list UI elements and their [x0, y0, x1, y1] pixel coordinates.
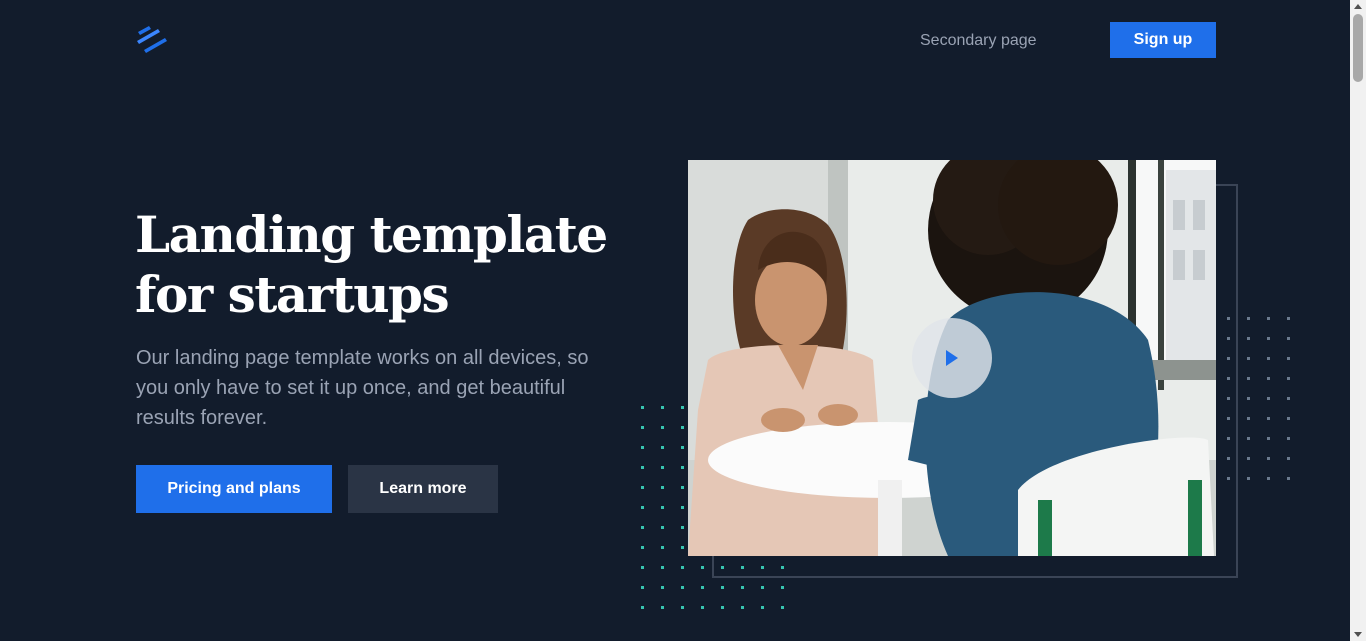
scroll-down-icon[interactable]: [1354, 632, 1362, 637]
logo-icon[interactable]: [135, 26, 169, 54]
learn-more-button[interactable]: Learn more: [348, 465, 498, 513]
hero-description: Our landing page template works on all d…: [136, 347, 589, 429]
decorative-dots-right: [1226, 316, 1296, 486]
landing-page: Secondary page Sign up Landing template …: [0, 0, 1366, 641]
play-video-button[interactable]: [912, 318, 992, 398]
hero-title-line1: Landing template: [135, 205, 608, 264]
pricing-and-plans-button[interactable]: Pricing and plans: [136, 465, 332, 513]
nav-secondary-page-link[interactable]: Secondary page: [920, 31, 1037, 51]
hero-title-line2: for startups: [135, 265, 450, 324]
hero-title: Landing template for startups: [135, 205, 635, 325]
page-scrollbar[interactable]: [1350, 0, 1366, 641]
play-icon: [946, 350, 958, 366]
scroll-up-icon[interactable]: [1354, 4, 1362, 9]
scrollbar-thumb[interactable]: [1353, 14, 1363, 82]
sign-up-button[interactable]: Sign up: [1110, 22, 1216, 58]
